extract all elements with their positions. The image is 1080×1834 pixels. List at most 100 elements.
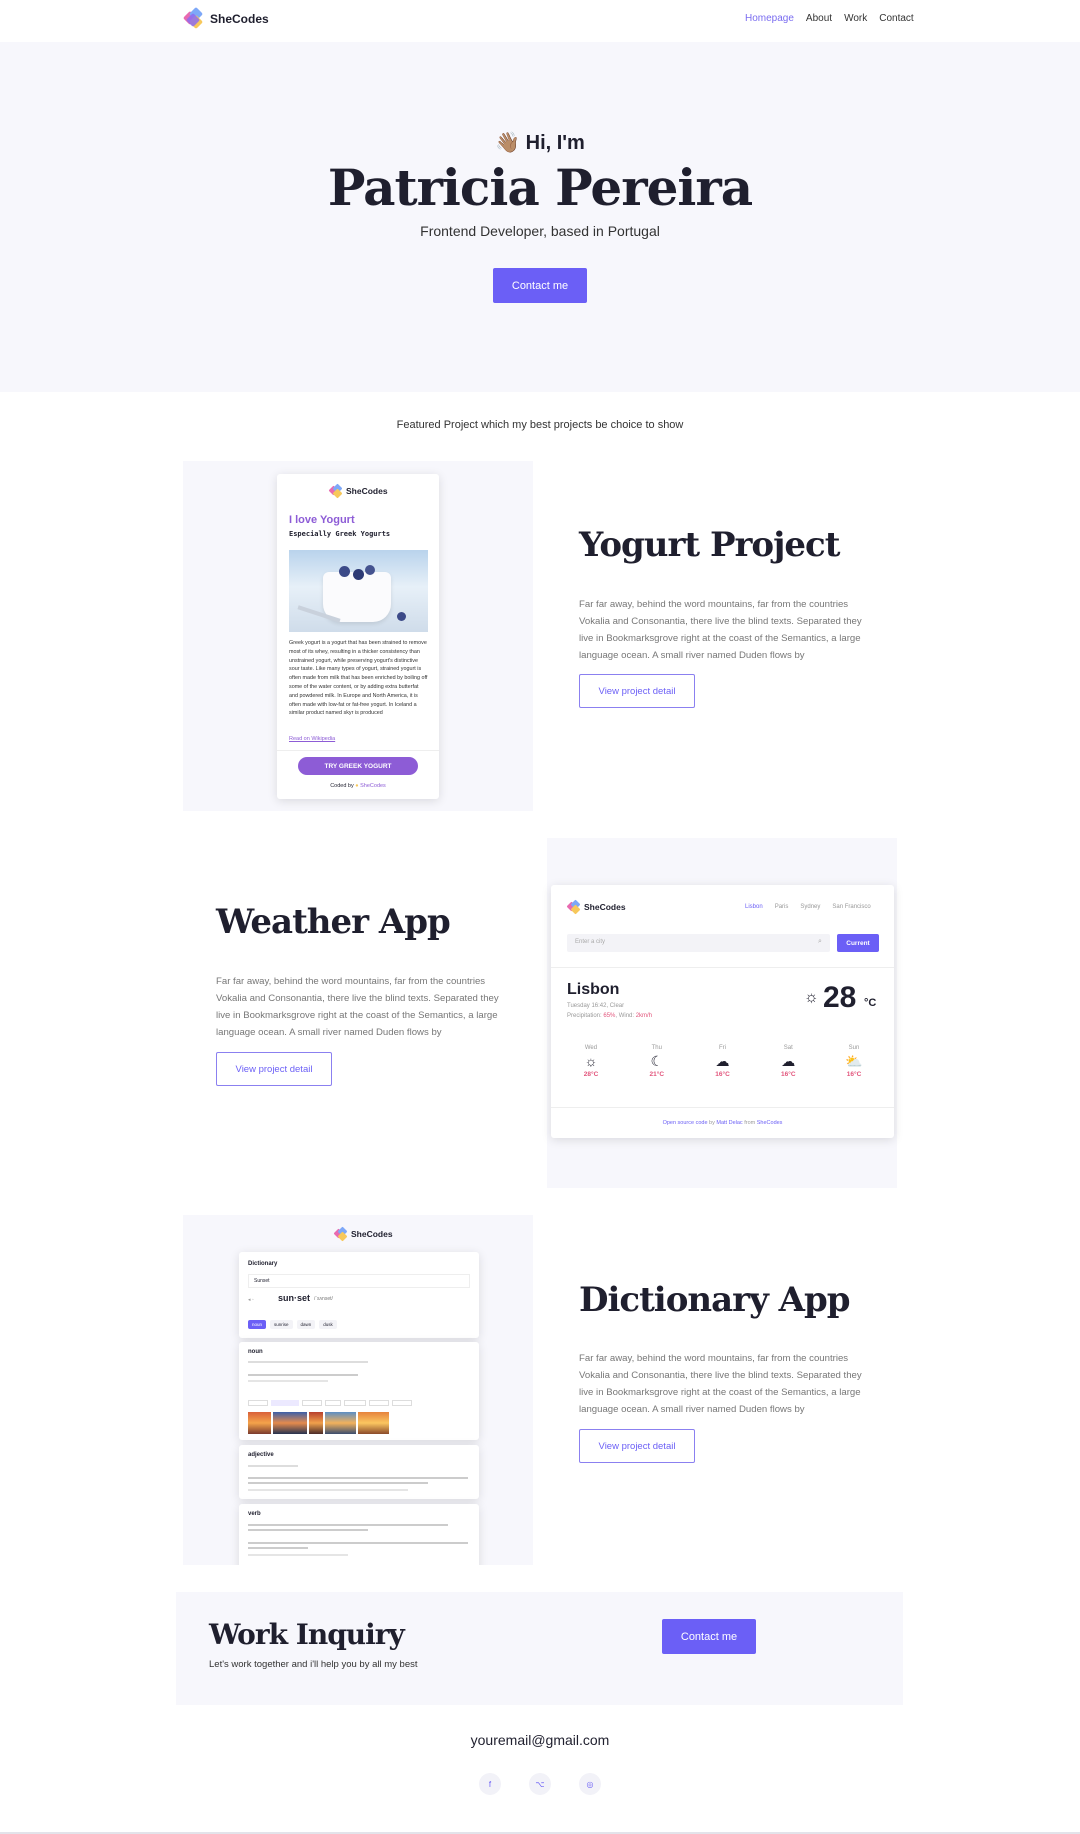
shecodes-logo-icon — [333, 1226, 348, 1242]
waving-hand-icon: 👋🏽 — [495, 132, 521, 154]
wikipedia-link[interactable]: Read on Wikipedia — [289, 736, 335, 742]
yogurt-subtitle: Especially Greek Yogurts — [289, 530, 391, 538]
weather-preview-brand: SheCodes — [584, 902, 626, 912]
weather-preview-frame[interactable]: SheCodes Lisbon Paris Sydney San Francis… — [547, 838, 897, 1188]
hero-name: Patricia Pereira — [327, 158, 753, 217]
yogurt-footer: Coded by ● SheCodes — [277, 783, 439, 789]
yogurt-body: Greek yogurt is a yogurt that has been s… — [289, 640, 428, 717]
instagram-icon[interactable]: ◎ — [579, 1773, 601, 1795]
yogurt-preview-frame[interactable]: SheCodes I love Yogurt Especially Greek … — [183, 461, 533, 811]
divider — [551, 967, 894, 968]
hero-contact-button[interactable]: Contact me — [493, 268, 587, 303]
view-detail-weather-button[interactable]: View project detail — [216, 1052, 332, 1086]
hero-greeting: 👋🏽 Hi, I'm — [0, 130, 1080, 155]
nav-work[interactable]: Work — [844, 13, 867, 24]
facebook-icon[interactable]: f — [479, 1773, 501, 1795]
brand-logo[interactable]: SheCodes — [182, 6, 269, 30]
weather-conditions: Precipitation: 65%, Wind: 2km/h — [567, 1013, 653, 1019]
yogurt-title: I love Yogurt — [289, 514, 355, 526]
temp-unit: °C — [864, 997, 877, 1009]
weather-preview-logo: SheCodes — [566, 899, 626, 915]
forecast-day: Sun ⛅ 16°C — [834, 1045, 874, 1078]
weather-city: Lisbon — [567, 981, 620, 998]
yogurt-preview-card: SheCodes I love Yogurt Especially Greek … — [277, 474, 439, 799]
dictionary-noun-card: noun — [239, 1342, 479, 1440]
project-title-dictionary: Dictionary App — [579, 1280, 851, 1320]
current-location-button[interactable]: Current — [837, 934, 879, 952]
noun-label: noun — [248, 1349, 263, 1355]
view-detail-dictionary-button[interactable]: View project detail — [579, 1429, 695, 1463]
project-desc-yogurt: Far far away, behind the word mountains,… — [579, 599, 862, 661]
synonym-chips — [248, 1400, 412, 1406]
dictionary-search-input[interactable]: Sunset — [248, 1274, 470, 1288]
shecodes-logo-icon — [328, 483, 343, 499]
nav-about[interactable]: About — [806, 13, 832, 24]
divider — [277, 750, 439, 751]
dictionary-verb-card: verb — [239, 1504, 479, 1565]
inquiry-contact-button[interactable]: Contact me — [662, 1619, 756, 1654]
yogurt-photo — [289, 550, 428, 632]
weather-preview-card: SheCodes Lisbon Paris Sydney San Francis… — [551, 885, 894, 1138]
social-links: f ⌥ ◎ — [479, 1773, 601, 1795]
verb-label: verb — [248, 1511, 261, 1517]
sun-icon: ☼ — [804, 989, 819, 1006]
tag[interactable]: dusk — [319, 1320, 337, 1329]
project-desc-weather: Far far away, behind the word mountains,… — [216, 976, 499, 1038]
project-title-yogurt: Yogurt Project — [579, 525, 840, 565]
inquiry-title: Work Inquiry — [209, 1618, 405, 1651]
nav-links: Homepage About Work Contact — [745, 13, 914, 24]
city-tab-san-francisco[interactable]: San Francisco — [832, 904, 870, 910]
footer-brand-link[interactable]: SheCodes — [360, 783, 386, 789]
city-tabs: Lisbon Paris Sydney San Francisco — [745, 904, 871, 910]
city-tab-lisbon[interactable]: Lisbon — [745, 904, 763, 910]
top-nav: SheCodes Homepage About Work Contact — [0, 0, 1080, 42]
featured-heading: Featured Project which my best projects … — [396, 419, 684, 431]
city-search-input[interactable]: Enter a city — [567, 934, 830, 952]
project-title-weather: Weather App — [216, 902, 451, 942]
shecodes-logo-icon — [566, 899, 581, 915]
try-yogurt-button[interactable]: TRY GREEK YOGURT — [298, 757, 418, 775]
dictionary-preview-brand: SheCodes — [351, 1229, 393, 1239]
divider — [551, 1107, 894, 1108]
inquiry-subtitle: Let's work together and i'll help you by… — [209, 1659, 418, 1670]
dictionary-preview-frame[interactable]: SheCodes Dictionary Sunset ◂ ◦ sun·set /… — [183, 1215, 533, 1565]
forecast-row: Wed ☼ 28°C Thu ☾ 21°C Fri ☁ 16°C Sat ☁ 1… — [571, 1045, 874, 1078]
brand-name: SheCodes — [210, 12, 269, 26]
nav-homepage[interactable]: Homepage — [745, 13, 794, 24]
author-link[interactable]: Matt Delac — [716, 1120, 742, 1126]
audio-icon[interactable]: ◂ ◦ — [248, 1297, 254, 1303]
weather-datetime: Tuesday 16:42, Clear — [567, 1003, 625, 1009]
hero-section — [0, 42, 1080, 392]
footer-brand-link[interactable]: SheCodes — [757, 1120, 783, 1126]
forecast-day: Thu ☾ 21°C — [637, 1045, 677, 1078]
forecast-day: Sat ☁ 16°C — [768, 1045, 808, 1078]
sunset-photos — [248, 1412, 389, 1434]
open-source-link[interactable]: Open source code — [663, 1120, 708, 1126]
hero-role: Frontend Developer, based in Portugal — [420, 223, 660, 239]
github-icon[interactable]: ⌥ — [529, 1773, 551, 1795]
yogurt-preview-logo: SheCodes — [328, 483, 388, 499]
yogurt-preview-brand: SheCodes — [346, 486, 388, 496]
cloud-icon: ☁ — [715, 1053, 730, 1069]
coded-by-label: Coded by — [330, 783, 354, 789]
dictionary-adjective-card: adjective — [239, 1445, 479, 1499]
dictionary-preview-logo: SheCodes — [333, 1226, 393, 1242]
forecast-day: Fri ☁ 16°C — [703, 1045, 743, 1078]
city-tab-sydney[interactable]: Sydney — [800, 904, 820, 910]
contact-email[interactable]: youremail@gmail.com — [0, 1732, 1080, 1748]
dictionary-word: sun·set — [278, 1293, 311, 1303]
tag[interactable]: noun — [248, 1320, 267, 1329]
dictionary-heading: Dictionary — [248, 1261, 278, 1267]
tag[interactable]: sunrise — [270, 1320, 293, 1329]
sun-icon: ☼ — [584, 1053, 598, 1069]
city-tab-paris[interactable]: Paris — [775, 904, 789, 910]
work-inquiry-section: Work Inquiry Let's work together and i'l… — [176, 1592, 903, 1705]
search-icon: ⌕ — [818, 938, 822, 945]
adjective-label: adjective — [248, 1452, 274, 1458]
view-detail-yogurt-button[interactable]: View project detail — [579, 674, 695, 708]
moon-icon: ☾ — [650, 1053, 664, 1069]
dictionary-phonetic: /ˈsʌnset/ — [314, 1296, 333, 1302]
tag[interactable]: dawn — [296, 1320, 316, 1329]
sun-cloud-icon: ⛅ — [845, 1053, 863, 1069]
nav-contact[interactable]: Contact — [879, 13, 913, 24]
